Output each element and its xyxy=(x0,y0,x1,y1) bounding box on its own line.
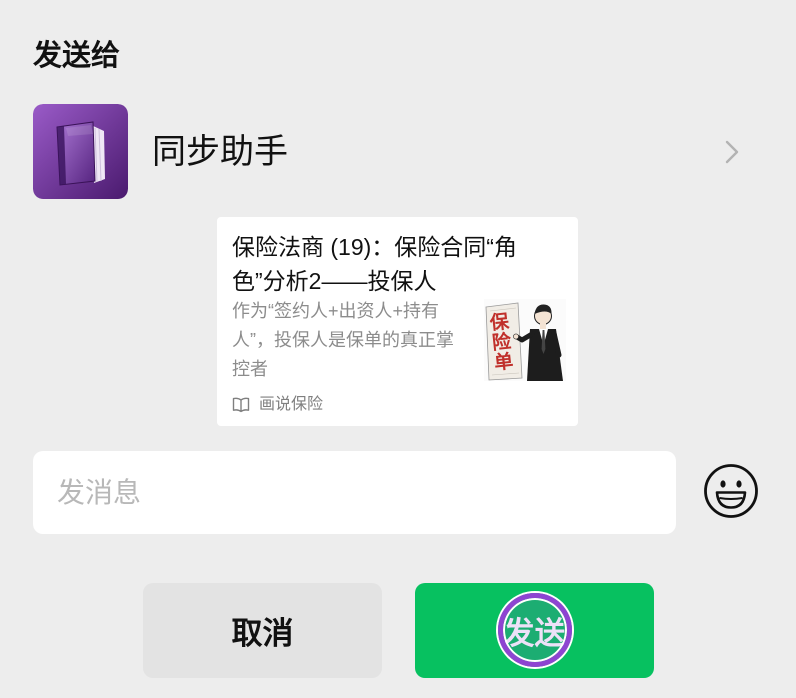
chevron-right-icon xyxy=(723,138,741,166)
article-title: 保险法商 (19)：保险合同“角色”分析2——投保人 xyxy=(232,234,517,294)
send-button[interactable]: 发送 xyxy=(415,583,654,678)
recipient-row[interactable]: 同步助手 xyxy=(0,96,796,208)
message-input[interactable] xyxy=(33,451,676,534)
send-to-dialog: 发送给 同步助手 保险法商 (19)：保险合同“角色”分析2——投保人 作为“签… xyxy=(0,0,796,698)
article-description: 作为“签约人+出资人+持有人”，投保人是保单的真正掌控者 xyxy=(232,301,454,379)
dialog-title: 发送给 xyxy=(33,40,121,72)
cancel-button[interactable]: 取消 xyxy=(143,583,382,678)
purple-book-icon xyxy=(33,104,128,199)
recipient-name: 同步助手 xyxy=(152,133,288,171)
article-thumbnail: 保险单 xyxy=(484,299,566,381)
article-card[interactable]: 保险法商 (19)：保险合同“角色”分析2——投保人 作为“签约人+出资人+持有… xyxy=(217,217,578,426)
article-source: 画说保险 xyxy=(232,395,532,415)
smiley-face-icon[interactable] xyxy=(703,463,759,519)
open-book-icon xyxy=(232,397,250,413)
article-source-name: 画说保险 xyxy=(259,396,324,413)
